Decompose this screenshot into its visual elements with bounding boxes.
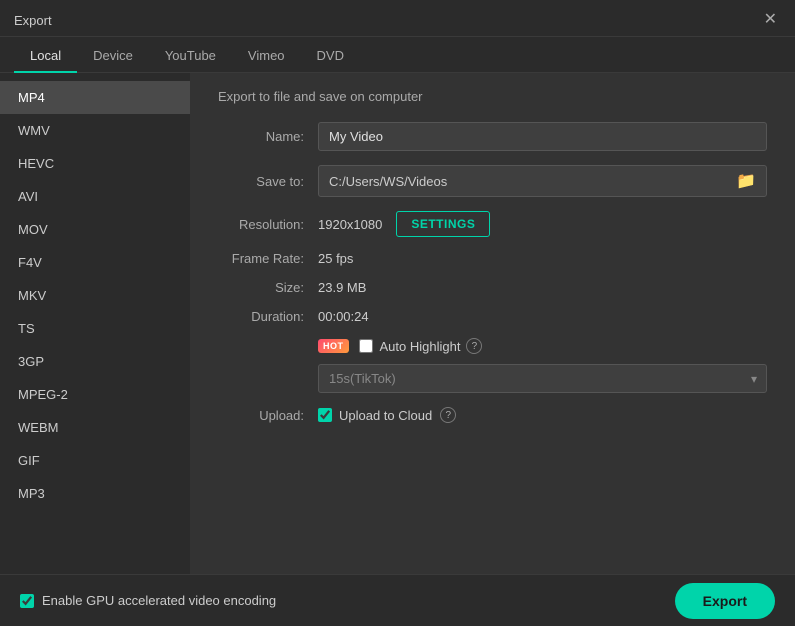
auto-highlight-wrap: HOT Auto Highlight ?	[318, 338, 767, 354]
frame-rate-label: Frame Rate:	[218, 251, 318, 266]
tiktok-dropdown[interactable]: 15s(TikTok)	[318, 364, 767, 393]
sidebar-item-gif[interactable]: GIF	[0, 444, 190, 477]
hot-badge: HOT	[318, 339, 349, 353]
resolution-wrap: 1920x1080 SETTINGS	[318, 211, 767, 237]
sidebar-item-mkv[interactable]: MKV	[0, 279, 190, 312]
title-bar: Export ✕	[0, 0, 795, 37]
resolution-label: Resolution:	[218, 217, 318, 232]
auto-highlight-checkbox[interactable]	[359, 339, 373, 353]
tab-dvd[interactable]: DVD	[301, 38, 360, 73]
save-to-label: Save to:	[218, 174, 318, 189]
sidebar-item-3gp[interactable]: 3GP	[0, 345, 190, 378]
resolution-control: 1920x1080 SETTINGS	[318, 211, 767, 237]
close-button[interactable]: ✕	[760, 10, 781, 30]
tiktok-dropdown-container: 15s(TikTok)	[318, 364, 767, 393]
sidebar-item-avi[interactable]: AVI	[0, 180, 190, 213]
size-value: 23.9 MB	[318, 280, 366, 295]
tab-vimeo[interactable]: Vimeo	[232, 38, 301, 73]
auto-highlight-row: HOT Auto Highlight ?	[218, 338, 767, 354]
save-to-row: Save to: C:/Users/WS/Videos 📁	[218, 165, 767, 197]
main-layout: MP4 WMV HEVC AVI MOV F4V MKV TS 3GP MPEG…	[0, 73, 795, 619]
frame-rate-row: Frame Rate: 25 fps	[218, 251, 767, 266]
upload-row: Upload: Upload to Cloud ?	[218, 407, 767, 423]
size-label: Size:	[218, 280, 318, 295]
upload-wrap: Upload to Cloud ?	[318, 407, 767, 423]
sidebar-item-wmv[interactable]: WMV	[0, 114, 190, 147]
export-button[interactable]: Export	[675, 583, 775, 619]
sidebar-item-mov[interactable]: MOV	[0, 213, 190, 246]
tab-bar: Local Device YouTube Vimeo DVD	[0, 37, 795, 73]
duration-value: 00:00:24	[318, 309, 369, 324]
sidebar-item-mp3[interactable]: MP3	[0, 477, 190, 510]
save-to-path: C:/Users/WS/Videos	[329, 174, 736, 189]
name-label: Name:	[218, 129, 318, 144]
save-to-field: C:/Users/WS/Videos 📁	[318, 165, 767, 197]
sidebar-item-mpeg2[interactable]: MPEG-2	[0, 378, 190, 411]
name-row: Name:	[218, 122, 767, 151]
upload-to-cloud-text: Upload to Cloud	[339, 408, 432, 423]
name-input[interactable]	[318, 122, 767, 151]
tab-device[interactable]: Device	[77, 38, 149, 73]
duration-value-wrap: 00:00:24	[318, 309, 767, 324]
tiktok-row: 15s(TikTok)	[218, 364, 767, 393]
section-title: Export to file and save on computer	[218, 89, 767, 104]
sidebar-item-ts[interactable]: TS	[0, 312, 190, 345]
size-row: Size: 23.9 MB	[218, 280, 767, 295]
upload-label: Upload:	[218, 408, 318, 423]
duration-row: Duration: 00:00:24	[218, 309, 767, 324]
sidebar-item-mp4[interactable]: MP4	[0, 81, 190, 114]
sidebar-item-f4v[interactable]: F4V	[0, 246, 190, 279]
format-sidebar: MP4 WMV HEVC AVI MOV F4V MKV TS 3GP MPEG…	[0, 73, 190, 619]
frame-rate-value-wrap: 25 fps	[318, 251, 767, 266]
folder-icon[interactable]: 📁	[736, 171, 756, 191]
gpu-acceleration-checkbox[interactable]	[20, 594, 34, 608]
auto-highlight-label[interactable]: Auto Highlight	[359, 339, 461, 354]
upload-to-cloud-label[interactable]: Upload to Cloud	[318, 408, 432, 423]
resolution-value: 1920x1080	[318, 217, 382, 232]
tab-youtube[interactable]: YouTube	[149, 38, 232, 73]
gpu-acceleration-label[interactable]: Enable GPU accelerated video encoding	[20, 593, 276, 608]
tiktok-dropdown-wrap: 15s(TikTok)	[318, 364, 767, 393]
export-content: Export to file and save on computer Name…	[190, 73, 795, 619]
window-title: Export	[14, 13, 52, 28]
name-input-wrap	[318, 122, 767, 151]
save-to-wrap-outer: C:/Users/WS/Videos 📁	[318, 165, 767, 197]
settings-button[interactable]: SETTINGS	[396, 211, 490, 237]
sidebar-item-hevc[interactable]: HEVC	[0, 147, 190, 180]
auto-highlight-help-icon[interactable]: ?	[466, 338, 482, 354]
gpu-acceleration-text: Enable GPU accelerated video encoding	[42, 593, 276, 608]
tab-local[interactable]: Local	[14, 38, 77, 73]
upload-help-icon[interactable]: ?	[440, 407, 456, 423]
resolution-row: Resolution: 1920x1080 SETTINGS	[218, 211, 767, 237]
frame-rate-value: 25 fps	[318, 251, 353, 266]
duration-label: Duration:	[218, 309, 318, 324]
size-value-wrap: 23.9 MB	[318, 280, 767, 295]
sidebar-item-webm[interactable]: WEBM	[0, 411, 190, 444]
auto-highlight-text: Auto Highlight	[380, 339, 461, 354]
bottom-bar: Enable GPU accelerated video encoding Ex…	[0, 574, 795, 626]
upload-to-cloud-checkbox[interactable]	[318, 408, 332, 422]
